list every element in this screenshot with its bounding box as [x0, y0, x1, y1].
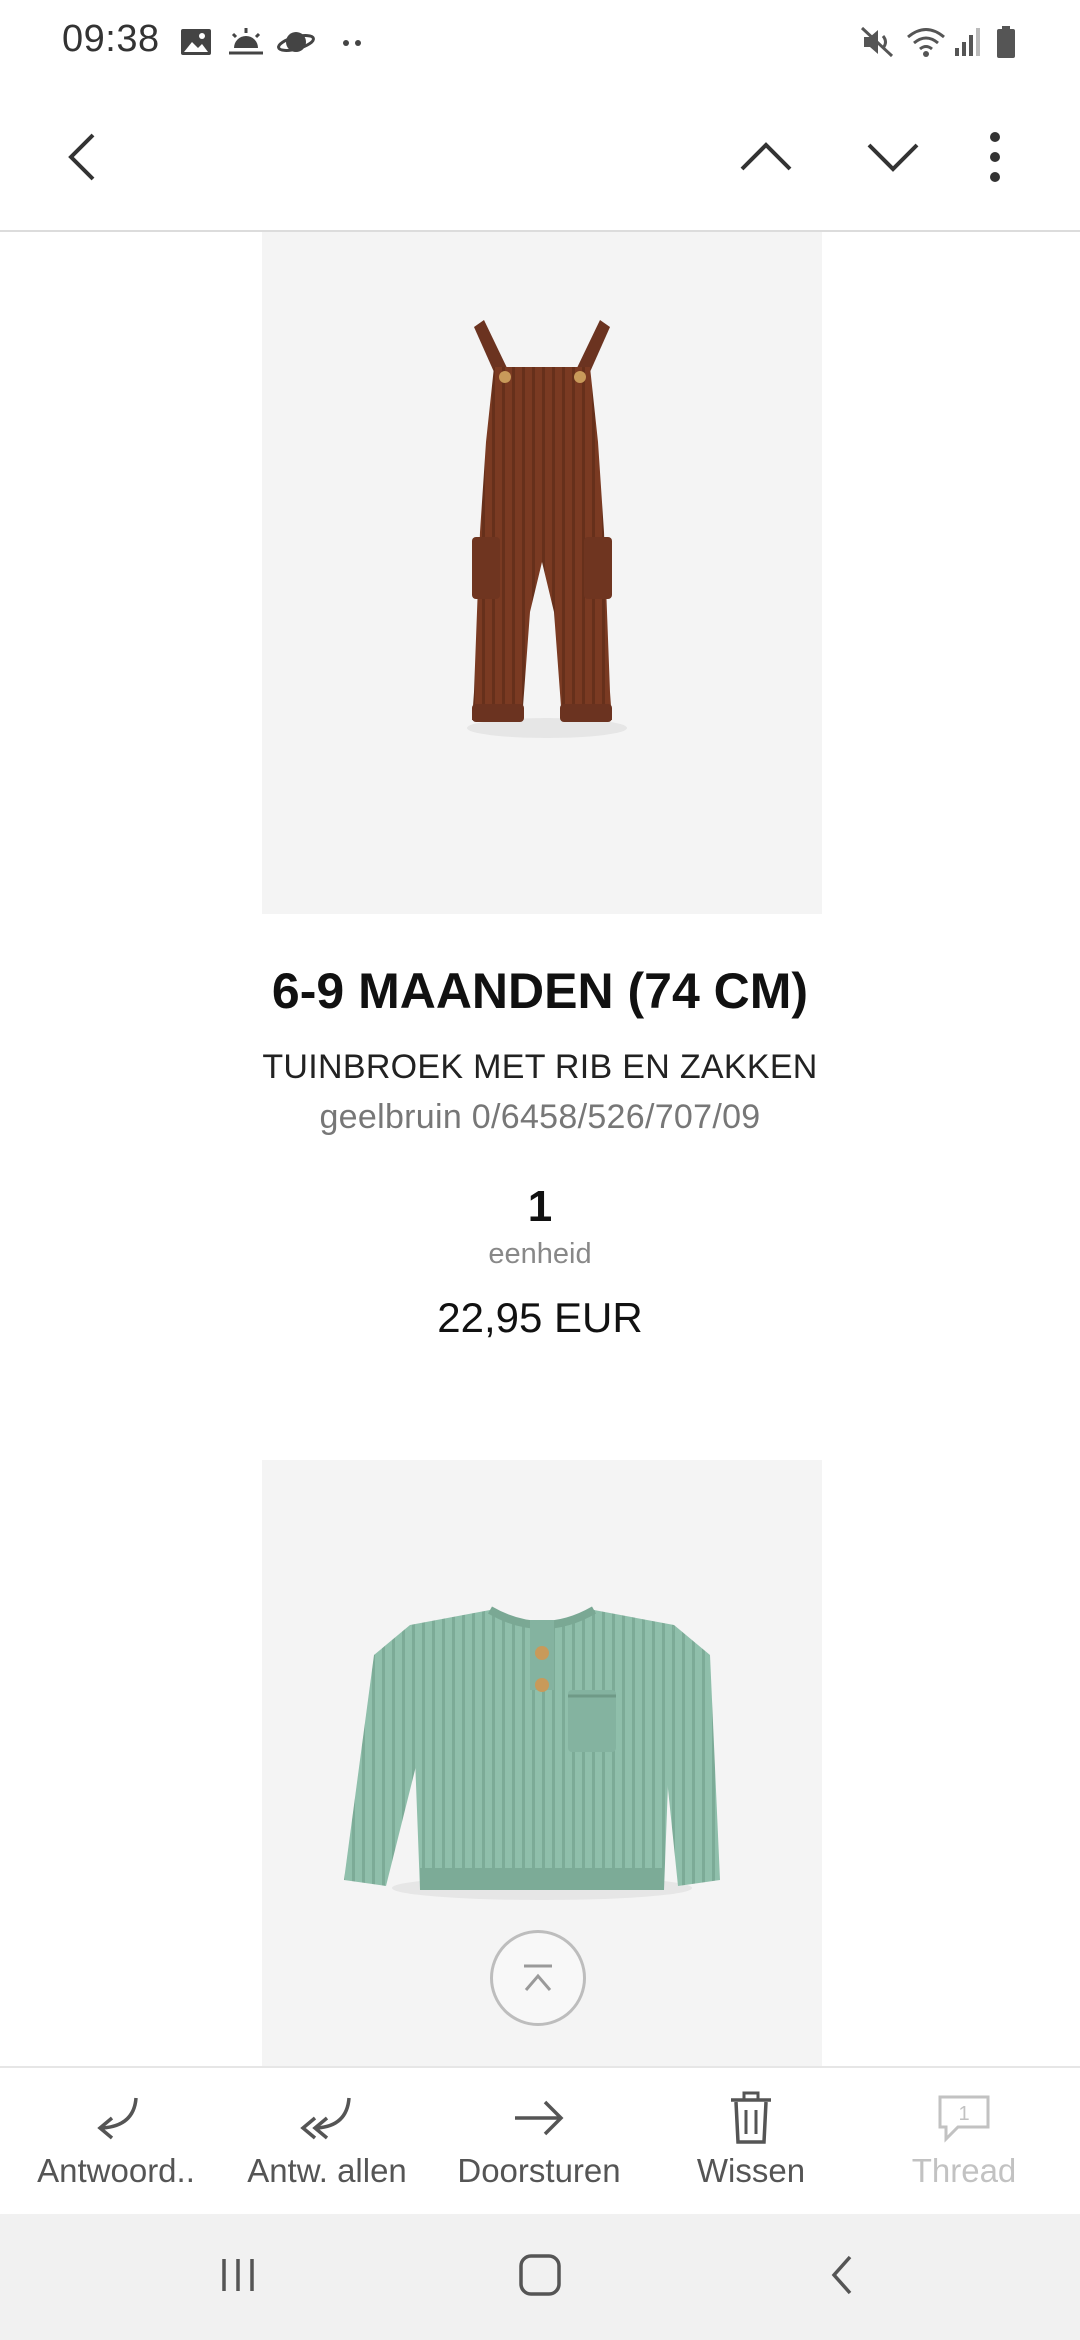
recents-icon [222, 2259, 254, 2291]
status-bar: 09:38 [0, 0, 1080, 84]
status-time: 09:38 [62, 18, 160, 60]
reply-all-button[interactable]: Antw. allen [219, 2072, 435, 2212]
delete-button[interactable]: Wissen [643, 2072, 859, 2212]
planet-icon [277, 32, 315, 52]
home-button[interactable] [480, 2230, 600, 2320]
product-price: 22,95 EUR [437, 1294, 643, 1341]
reply-button[interactable]: Antwoord.. [8, 2072, 224, 2212]
forward-button[interactable]: Doorsturen [431, 2072, 647, 2212]
battery-icon [997, 26, 1015, 58]
thread-bubble-icon: 1 [938, 2095, 990, 2143]
reply-label: Antwoord.. [37, 2152, 195, 2189]
scroll-to-top-button[interactable] [490, 1930, 586, 2026]
overflow-menu-icon [990, 132, 1000, 182]
chevron-down-icon [867, 143, 919, 172]
forward-arrow-icon [515, 2100, 564, 2136]
reply-icon [97, 2097, 138, 2140]
signal-icon [955, 28, 980, 56]
product-size: 6-9 MAANDEN (74 CM) [271, 963, 809, 1019]
weather-icon [229, 28, 263, 55]
forward-label: Doorsturen [457, 2152, 621, 2189]
product-image-dungarees[interactable] [262, 232, 822, 914]
delete-label: Wissen [696, 2152, 806, 2189]
product-unit: eenheid [488, 1238, 592, 1270]
product-name: TUINBROEK MET RIB EN ZAKKEN [262, 1048, 818, 1086]
back-button[interactable] [38, 112, 128, 202]
wifi-icon [907, 28, 945, 57]
nav-back-button[interactable] [782, 2230, 902, 2320]
scroll-to-top-icon [524, 1964, 552, 1991]
back-arrow-icon [68, 133, 95, 181]
previous-email-button[interactable] [721, 112, 811, 202]
dungarees-image [467, 320, 627, 738]
trash-icon [731, 2091, 771, 2144]
next-email-button[interactable] [848, 112, 938, 202]
more-dots-icon [343, 40, 361, 46]
home-icon [519, 2254, 561, 2296]
gallery-icon [181, 29, 211, 55]
thread-button[interactable]: 1 Thread [856, 2072, 1072, 2212]
recents-button[interactable] [178, 2230, 298, 2320]
thread-count-badge: 1 [958, 2103, 969, 2125]
nav-back-icon [831, 2255, 852, 2295]
product-quantity: 1 [527, 1182, 553, 1231]
chevron-up-icon [740, 142, 792, 171]
reply-all-icon [300, 2097, 351, 2140]
mute-icon [860, 26, 894, 58]
overflow-menu-button[interactable] [950, 112, 1040, 202]
thread-label: Thread [911, 2152, 1017, 2189]
product-color-reference: geelbruin 0/6458/526/707/09 [319, 1098, 761, 1136]
reply-all-label: Antw. allen [247, 2152, 407, 2189]
